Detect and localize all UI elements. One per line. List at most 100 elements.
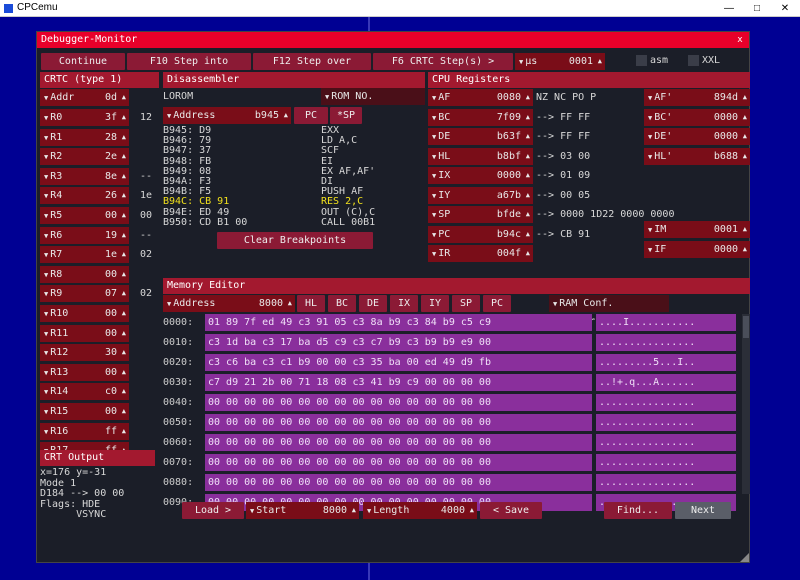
next-button[interactable]: Next	[675, 502, 731, 519]
chevron-up-icon[interactable]: ▲	[122, 383, 126, 400]
chevron-down-icon[interactable]: ▼	[44, 192, 48, 200]
sp-button[interactable]: *SP	[330, 107, 362, 124]
chevron-up-icon[interactable]: ▲	[122, 266, 126, 283]
register-field[interactable]: ▼ IM 0001 ▲	[644, 221, 750, 238]
register-field[interactable]: ▼ R0 3f ▲	[40, 109, 129, 126]
chevron-down-icon[interactable]: ▼	[44, 428, 48, 436]
register-field[interactable]: ▼ IX 0000 ▲	[428, 167, 533, 184]
memory-hex-cells[interactable]: c7 d9 21 2b 00 71 18 08 c3 41 b9 c9 00 0…	[205, 374, 592, 391]
chevron-down-icon[interactable]: ▼	[44, 369, 48, 377]
memory-hex-cells[interactable]: 00 00 00 00 00 00 00 00 00 00 00 00 00 0…	[205, 474, 592, 491]
maximize-icon[interactable]: □	[743, 0, 771, 17]
step-over-button[interactable]: F12 Step over	[253, 53, 371, 70]
register-field[interactable]: ▼ IF 0000 ▲	[644, 240, 750, 258]
chevron-up-icon[interactable]: ▲	[352, 502, 356, 519]
memory-ascii-cells[interactable]: ................	[596, 454, 736, 471]
register-field[interactable]: ▼ R12 30 ▲	[40, 344, 129, 362]
chevron-down-icon[interactable]: ▼	[648, 226, 652, 234]
chevron-up-icon[interactable]: ▲	[122, 403, 126, 420]
register-field[interactable]: ▼ R16 ff ▲	[40, 422, 129, 440]
chevron-up-icon[interactable]: ▲	[743, 241, 747, 258]
register-field[interactable]: ▼ BC 7f09 ▲	[428, 108, 533, 126]
register-field[interactable]: ▼ IR 004f ▲	[428, 245, 533, 262]
chevron-down-icon[interactable]: ▼	[648, 133, 652, 141]
load-button[interactable]: Load >	[182, 502, 244, 519]
memory-ascii-cells[interactable]: ..!+.q...A......	[596, 374, 736, 391]
mem-jump-button[interactable]: PC	[483, 295, 511, 312]
chevron-down-icon[interactable]: ▼	[44, 134, 48, 142]
save-button[interactable]: < Save	[480, 502, 542, 519]
find-button[interactable]: Find...	[604, 502, 672, 519]
register-field[interactable]: ▼ HL b8bf ▲	[428, 147, 533, 165]
chevron-down-icon[interactable]: ▼	[44, 271, 48, 279]
chevron-down-icon[interactable]: ▼	[648, 114, 652, 122]
chevron-down-icon[interactable]: ▼	[432, 153, 436, 161]
register-field[interactable]: ▼ HL' b688 ▲	[644, 147, 750, 165]
chevron-up-icon[interactable]: ▲	[470, 502, 474, 519]
chevron-up-icon[interactable]: ▲	[122, 285, 126, 302]
memory-hex-cells[interactable]: 00 00 00 00 00 00 00 00 00 00 00 00 00 0…	[205, 434, 592, 451]
memory-hex-cells[interactable]: c3 1d ba c3 17 ba d5 c9 c3 c7 b9 c3 b9 b…	[205, 334, 592, 351]
chevron-up-icon[interactable]: ▲	[743, 89, 747, 106]
chevron-down-icon[interactable]: ▼	[44, 388, 48, 396]
chevron-up-icon[interactable]: ▲	[526, 245, 530, 262]
chevron-down-icon[interactable]: ▼	[432, 114, 436, 122]
chevron-down-icon[interactable]: ▼	[44, 212, 48, 220]
chevron-up-icon[interactable]: ▲	[284, 107, 288, 124]
memory-scrollbar[interactable]	[742, 314, 750, 494]
chevron-down-icon[interactable]: ▼	[44, 232, 48, 240]
resize-grip[interactable]	[740, 553, 749, 562]
memory-ascii-cells[interactable]: ................	[596, 434, 736, 451]
chevron-down-icon[interactable]: ▼	[44, 114, 48, 122]
chevron-up-icon[interactable]: ▲	[122, 305, 126, 322]
continue-button[interactable]: Continue	[41, 53, 125, 70]
chevron-up-icon[interactable]: ▲	[743, 128, 747, 145]
chevron-up-icon[interactable]: ▲	[743, 109, 747, 126]
us-stepper[interactable]: ▼ µs 0001 ▲	[515, 53, 605, 70]
memory-ascii-cells[interactable]: .........5...I..	[596, 354, 736, 371]
register-field[interactable]: ▼ R14 c0 ▲	[40, 383, 129, 401]
mem-jump-button[interactable]: BC	[328, 295, 356, 312]
chevron-down-icon[interactable]: ▼	[44, 408, 48, 416]
chevron-up-icon[interactable]: ▲	[598, 53, 602, 70]
chevron-up-icon[interactable]: ▲	[526, 206, 530, 223]
chevron-up-icon[interactable]: ▲	[122, 187, 126, 204]
memory-ascii-cells[interactable]: ................	[596, 394, 736, 411]
chevron-down-icon[interactable]: ▼	[44, 94, 48, 102]
chevron-down-icon[interactable]: ▼	[432, 250, 436, 258]
chevron-up-icon[interactable]: ▲	[122, 227, 126, 244]
memory-ascii-cells[interactable]: ................	[596, 414, 736, 431]
clear-breakpoints-button[interactable]: Clear Breakpoints	[217, 232, 373, 249]
chevron-down-icon[interactable]: ▼	[432, 231, 436, 239]
chevron-down-icon[interactable]: ▼	[44, 330, 48, 338]
chevron-down-icon[interactable]: ▼	[167, 300, 171, 308]
mem-jump-button[interactable]: IX	[390, 295, 418, 312]
memory-hex-cells[interactable]: c3 c6 ba c3 c1 b9 00 00 c3 35 ba 00 ed 4…	[205, 354, 592, 371]
chevron-down-icon[interactable]: ▼	[167, 112, 171, 120]
memory-hex-cells[interactable]: 01 89 7f ed 49 c3 91 05 c3 8a b9 c3 84 b…	[205, 314, 592, 331]
chevron-up-icon[interactable]: ▲	[526, 89, 530, 106]
chevron-down-icon[interactable]: ▼	[44, 310, 48, 318]
register-field[interactable]: ▼ R4 26 ▲	[40, 187, 129, 205]
chevron-down-icon[interactable]: ▼	[325, 93, 329, 101]
register-field[interactable]: ▼ AF 0080 ▲	[428, 89, 533, 106]
register-field[interactable]: ▼ DE' 0000 ▲	[644, 128, 750, 145]
chevron-up-icon[interactable]: ▲	[122, 364, 126, 381]
chevron-down-icon[interactable]: ▼	[648, 246, 652, 254]
chevron-up-icon[interactable]: ▲	[122, 148, 126, 165]
chevron-up-icon[interactable]: ▲	[122, 89, 126, 106]
chevron-up-icon[interactable]: ▲	[122, 109, 126, 126]
crtc-step-button[interactable]: F6 CRTC Step(s) >	[373, 53, 513, 70]
chevron-down-icon[interactable]: ▼	[432, 211, 436, 219]
register-field[interactable]: ▼ PC b94c ▲	[428, 225, 533, 243]
window-close-icon[interactable]: x	[735, 35, 745, 45]
chevron-down-icon[interactable]: ▼	[432, 133, 436, 141]
chevron-down-icon[interactable]: ▼	[432, 94, 436, 102]
chevron-up-icon[interactable]: ▲	[122, 168, 126, 185]
chevron-up-icon[interactable]: ▲	[743, 148, 747, 165]
register-field[interactable]: ▼ R1 28 ▲	[40, 128, 129, 146]
mem-jump-button[interactable]: HL	[297, 295, 325, 312]
asm-checkbox[interactable]	[636, 55, 647, 66]
chevron-down-icon[interactable]: ▼	[432, 172, 436, 180]
crtc-addr-field[interactable]: ▼ Addr 0d ▲	[40, 89, 129, 106]
